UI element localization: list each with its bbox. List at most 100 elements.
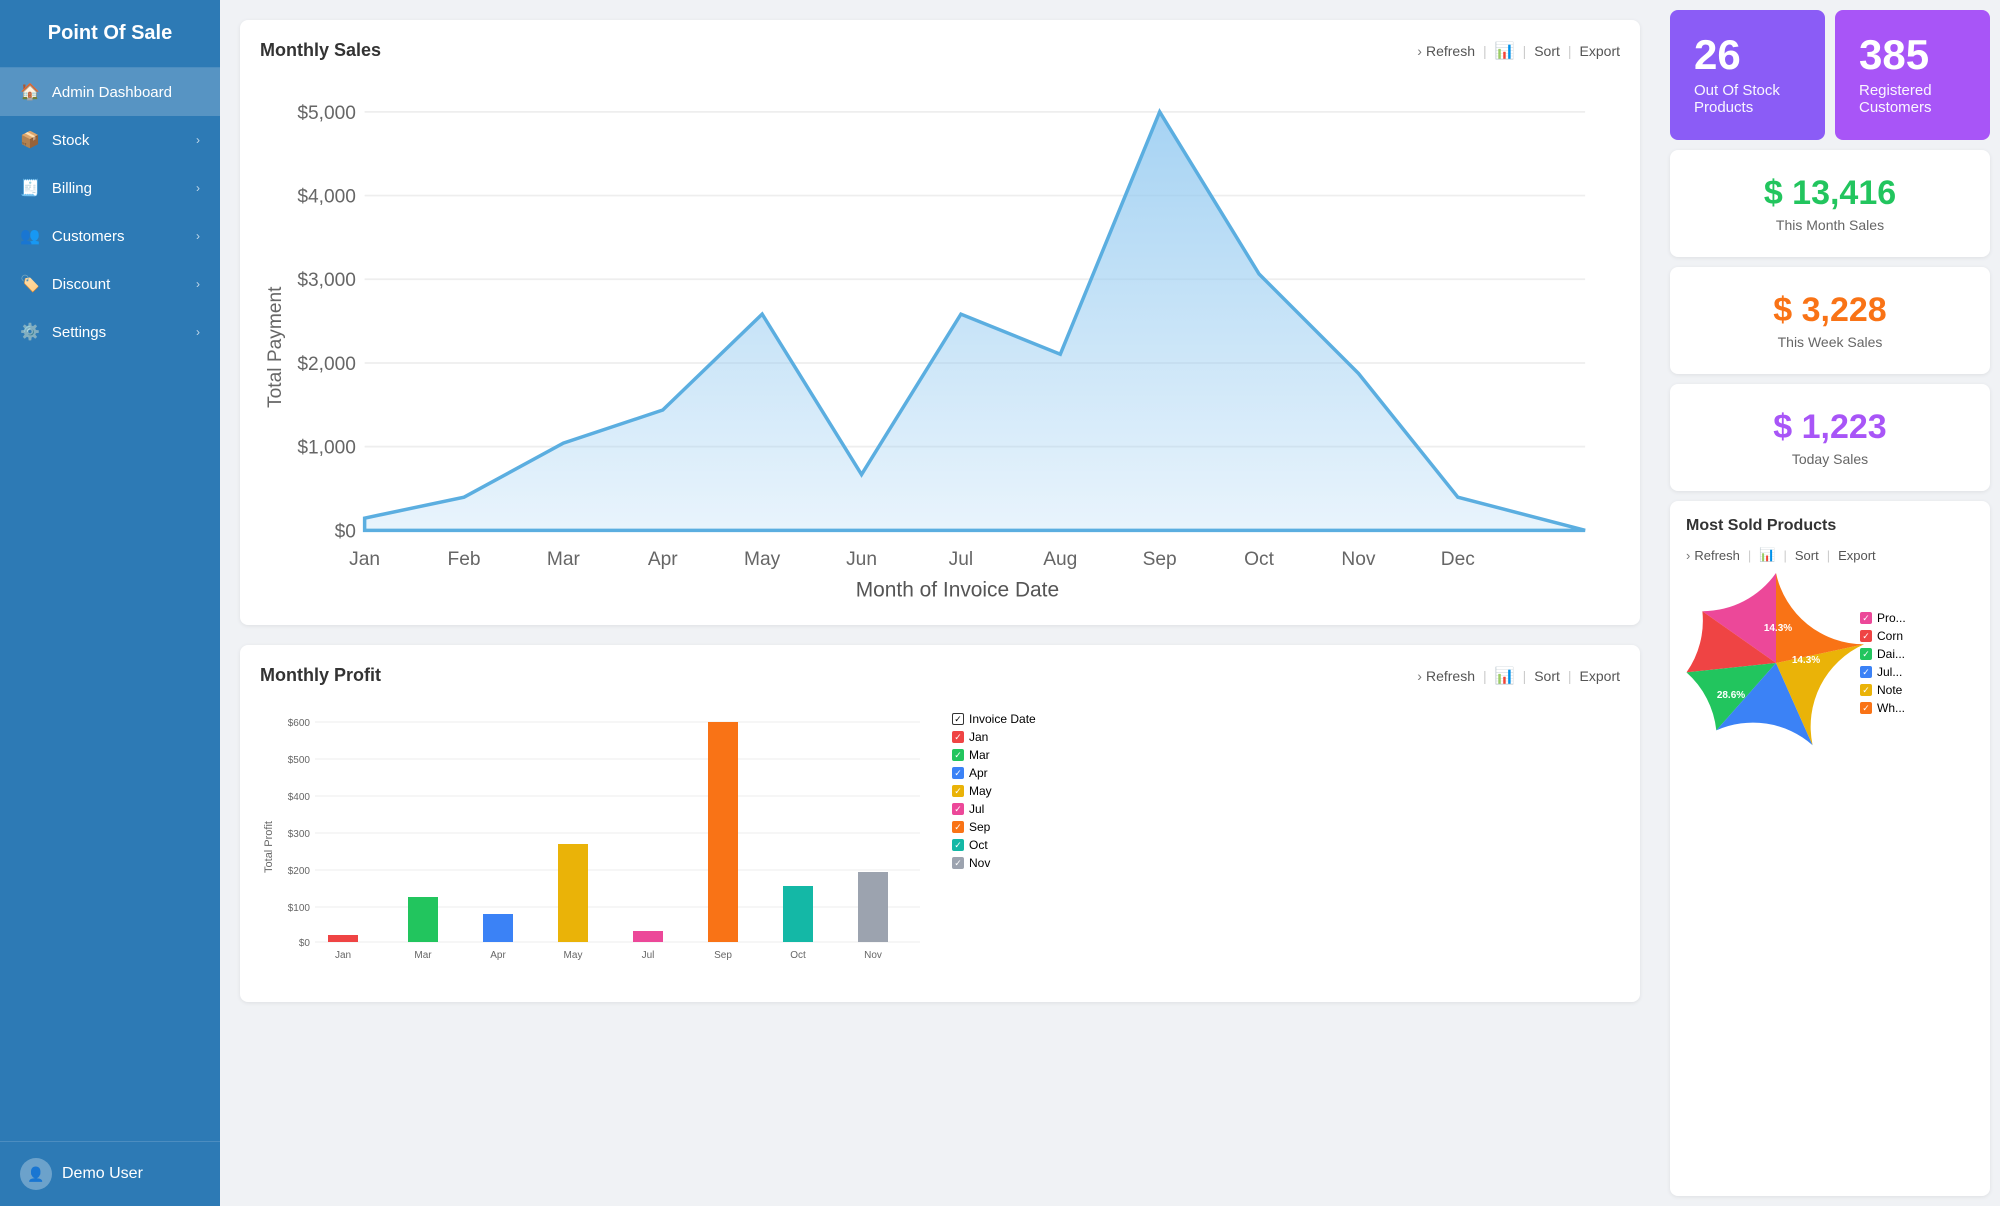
monthly-profit-card: Monthly Profit › Refresh | 📊 | Sort | Ex…: [240, 645, 1640, 1002]
sidebar-label-customers: Customers: [52, 228, 125, 245]
most-sold-export-btn[interactable]: Export: [1838, 548, 1876, 563]
sidebar-label-billing: Billing: [52, 180, 92, 197]
legend-mar: ✓ Mar: [952, 748, 1062, 762]
today-amount: $ 1,223: [1694, 408, 1966, 447]
this-month-label: This Month Sales: [1694, 217, 1966, 233]
monthly-profit-header: Monthly Profit › Refresh | 📊 | Sort | Ex…: [260, 665, 1620, 686]
legend-jul: ✓ Jul: [952, 802, 1062, 816]
most-sold-card: Most Sold Products › Refresh | 📊 | Sort …: [1670, 501, 1990, 1196]
svg-text:Apr: Apr: [648, 549, 678, 570]
monthly-profit-export-btn[interactable]: Export: [1580, 668, 1620, 684]
svg-text:Mar: Mar: [414, 950, 432, 961]
sidebar-item-billing[interactable]: 🧾 Billing ›: [0, 164, 220, 212]
monthly-sales-header: Monthly Sales › Refresh | 📊 | Sort | Exp…: [260, 40, 1620, 61]
svg-text:May: May: [744, 549, 781, 570]
monthly-sales-chart: Total Payment $5,000 $4,000 $3,000 $2,00…: [260, 77, 1620, 605]
content-area: Monthly Sales › Refresh | 📊 | Sort | Exp…: [220, 0, 2000, 1206]
svg-text:Sep: Sep: [714, 950, 732, 961]
bar-chart-icon: 📊: [1495, 41, 1515, 61]
stat-cards-top-row: 26 Out Of Stock Products 385 Registered …: [1670, 10, 1990, 140]
monthly-profit-sort-btn[interactable]: Sort: [1534, 668, 1560, 684]
chevron-right-icon: ›: [1417, 668, 1422, 684]
this-week-label: This Week Sales: [1694, 334, 1966, 350]
sidebar-item-discount[interactable]: 🏷️ Discount ›: [0, 260, 220, 308]
svg-text:May: May: [564, 950, 583, 961]
right-panel: 26 Out Of Stock Products 385 Registered …: [1660, 0, 2000, 1206]
svg-text:Oct: Oct: [1244, 549, 1274, 570]
legend-oct: ✓ Oct: [952, 838, 1062, 852]
username: Demo User: [62, 1165, 143, 1183]
legend-nov: ✓ Nov: [952, 856, 1062, 870]
monthly-sales-card: Monthly Sales › Refresh | 📊 | Sort | Exp…: [240, 20, 1640, 625]
monthly-profit-title: Monthly Profit: [260, 665, 381, 686]
legend-pro: ✓ Pro...: [1860, 611, 1906, 625]
svg-text:$2,000: $2,000: [297, 354, 356, 375]
this-week-amount: $ 3,228: [1694, 291, 1966, 330]
sidebar-label-stock: Stock: [52, 132, 90, 149]
svg-text:Jul: Jul: [949, 549, 974, 570]
most-sold-legend: ✓ Pro... ✓ Corn ✓ Dai... ✓ Jul...: [1860, 611, 1906, 715]
monthly-sales-title: Monthly Sales: [260, 40, 381, 61]
app-name: Point Of Sale: [48, 22, 172, 44]
registered-customers-label: Registered Customers: [1859, 82, 1966, 116]
svg-text:Jan: Jan: [335, 950, 351, 961]
svg-text:$100: $100: [288, 903, 311, 914]
svg-text:Oct: Oct: [790, 950, 806, 961]
chevron-right-icon: ›: [196, 181, 200, 195]
legend-apr: ✓ Apr: [952, 766, 1062, 780]
svg-text:Sep: Sep: [1143, 549, 1177, 570]
divider: |: [1568, 43, 1572, 59]
sidebar-item-dashboard[interactable]: 🏠 Admin Dashboard: [0, 68, 220, 116]
svg-text:$400: $400: [288, 792, 311, 803]
sidebar-label-dashboard: Admin Dashboard: [52, 84, 172, 101]
most-sold-sort-btn[interactable]: Sort: [1795, 548, 1819, 563]
monthly-sales-sort-btn[interactable]: Sort: [1534, 43, 1560, 59]
monthly-sales-export-btn[interactable]: Export: [1580, 43, 1620, 59]
most-sold-actions: › Refresh | 📊 | Sort | Export: [1686, 547, 1974, 563]
sidebar-nav: 🏠 Admin Dashboard 📦 Stock › 🧾 Billing › …: [0, 68, 220, 356]
bar-chart-icon: 📊: [1495, 666, 1515, 686]
bar-apr: [483, 914, 513, 942]
svg-text:21.4%: 21.4%: [1802, 753, 1830, 764]
divider: |: [1568, 668, 1572, 684]
user-profile[interactable]: 👤 Demo User: [0, 1141, 220, 1206]
sidebar-item-settings[interactable]: ⚙️ Settings ›: [0, 308, 220, 356]
svg-text:Month of Invoice Date: Month of Invoice Date: [856, 579, 1059, 600]
divider: |: [1827, 548, 1830, 563]
registered-customers-card: 385 Registered Customers: [1835, 10, 1990, 140]
sidebar-label-settings: Settings: [52, 324, 106, 341]
monthly-sales-refresh-btn[interactable]: › Refresh: [1417, 43, 1475, 59]
bar-nov: [858, 872, 888, 942]
most-sold-refresh-btn[interactable]: › Refresh: [1686, 548, 1740, 563]
app-logo: Point Of Sale: [0, 0, 220, 68]
legend-note: ✓ Note: [1860, 683, 1906, 697]
svg-text:Total Payment: Total Payment: [265, 286, 286, 408]
bar-jul: [633, 931, 663, 942]
monthly-profit-refresh-btn[interactable]: › Refresh: [1417, 668, 1475, 684]
stock-icon: 📦: [20, 130, 40, 150]
monthly-profit-actions: › Refresh | 📊 | Sort | Export: [1417, 666, 1620, 686]
legend-jan: ✓ Jan: [952, 730, 1062, 744]
chevron-right-icon: ›: [196, 133, 200, 147]
customers-icon: 👥: [20, 226, 40, 246]
out-of-stock-card: 26 Out Of Stock Products: [1670, 10, 1825, 140]
most-sold-title: Most Sold Products: [1686, 517, 1836, 535]
svg-text:$200: $200: [288, 866, 311, 877]
bar-sep: [708, 722, 738, 942]
sidebar-item-stock[interactable]: 📦 Stock ›: [0, 116, 220, 164]
divider: |: [1748, 548, 1751, 563]
svg-text:Jul: Jul: [642, 950, 655, 961]
chevron-right-icon: ›: [196, 325, 200, 339]
divider: |: [1523, 43, 1527, 59]
bar-mar: [408, 897, 438, 942]
svg-text:Mar: Mar: [547, 549, 581, 570]
svg-text:$5,000: $5,000: [297, 103, 356, 124]
sidebar-item-customers[interactable]: 👥 Customers ›: [0, 212, 220, 260]
monthly-profit-svg: Total Profit $600 $500 $400 $300 $200 $1…: [260, 702, 940, 982]
today-label: Today Sales: [1694, 451, 1966, 467]
legend-jul: ✓ Jul...: [1860, 665, 1906, 679]
svg-text:$4,000: $4,000: [297, 187, 356, 208]
divider: |: [1483, 43, 1487, 59]
pie-chart-svg: [1686, 573, 1866, 753]
chevron-right-icon: ›: [1686, 548, 1690, 563]
